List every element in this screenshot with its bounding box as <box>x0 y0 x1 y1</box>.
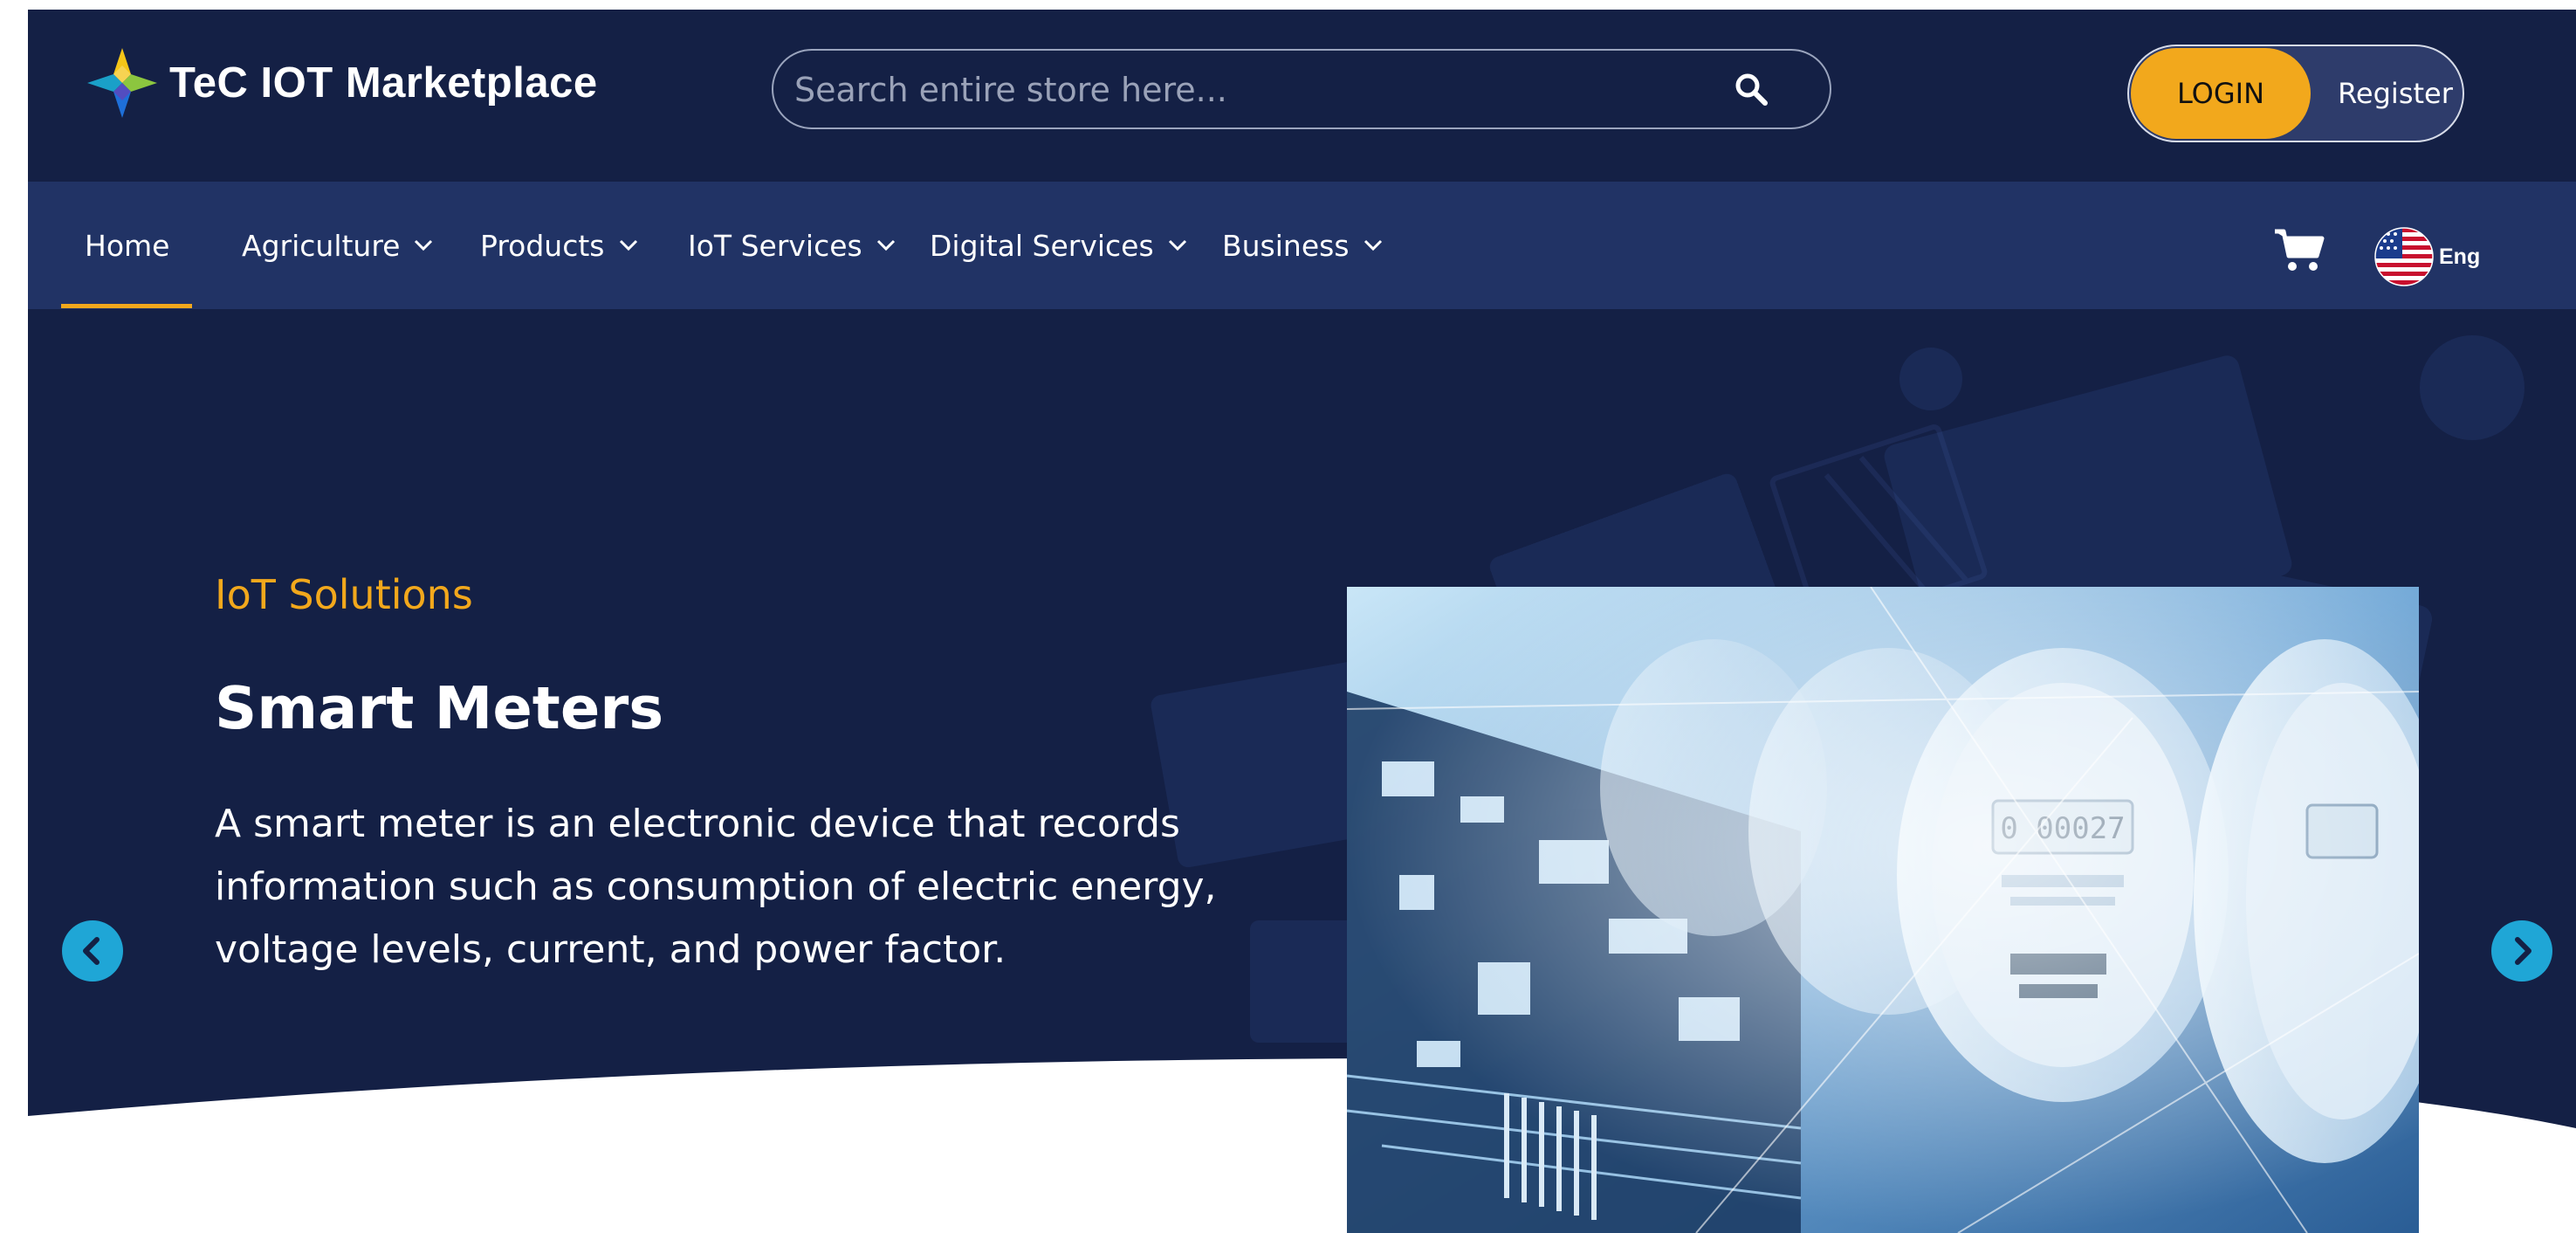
register-button[interactable]: Register <box>2330 48 2461 139</box>
nav-item-label: IoT Services <box>688 228 862 263</box>
nav-item-business[interactable]: Business <box>1222 182 1384 309</box>
nav-item-label: Digital Services <box>930 228 1154 263</box>
chevron-down-icon <box>1168 239 1186 251</box>
language-selector[interactable]: Eng <box>2374 227 2480 286</box>
nav-item-label: Products <box>480 228 605 263</box>
search-icon[interactable] <box>1732 70 1770 108</box>
top-edge <box>0 0 2576 10</box>
auth-toggle: LOGIN Register <box>2127 45 2464 142</box>
nav-item-digital-services[interactable]: Digital Services <box>930 182 1189 309</box>
login-button[interactable]: LOGIN <box>2131 48 2311 139</box>
language-label: Eng <box>2439 244 2481 269</box>
logo-mark-icon <box>87 48 157 118</box>
hero-title: Smart Meters <box>215 674 664 742</box>
active-underline <box>61 304 192 308</box>
nav-item-label: Agriculture <box>242 228 401 263</box>
carousel-next-button[interactable] <box>2491 920 2552 982</box>
nav-item-label: Business <box>1222 228 1350 263</box>
nav-item-iot-services[interactable]: IoT Services <box>688 182 897 309</box>
brand-logo[interactable]: TeC IOT Marketplace <box>86 46 598 120</box>
nav-item-label: Home <box>85 228 170 263</box>
search-input[interactable] <box>793 61 1713 119</box>
chevron-left-icon <box>83 937 100 965</box>
hero-eyebrow: IoT Solutions <box>215 571 473 618</box>
site-header: TeC IOT Marketplace LOGIN Register <box>28 10 2576 182</box>
carousel-prev-button[interactable] <box>62 920 123 982</box>
us-flag-icon <box>2374 227 2434 286</box>
chevron-right-icon <box>2515 937 2531 965</box>
brand-name: TeC IOT Marketplace <box>169 59 598 107</box>
nav-item-agriculture[interactable]: Agriculture <box>242 182 435 309</box>
search-bar <box>772 49 1831 129</box>
left-edge <box>0 0 28 1233</box>
nav-item-home[interactable]: Home <box>85 182 169 309</box>
smart-meter-image: 0 00027 <box>1347 587 2419 1233</box>
chevron-down-icon <box>1364 239 1382 251</box>
chevron-down-icon <box>619 239 637 251</box>
hero-description: A smart meter is an electronic device th… <box>215 802 1217 972</box>
nav-item-products[interactable]: Products <box>480 182 640 309</box>
cart-icon[interactable] <box>2273 228 2325 273</box>
chevron-down-icon <box>415 239 433 251</box>
chevron-down-icon <box>876 239 895 251</box>
main-nav: Home Agriculture Products IoT Services D… <box>28 182 2576 309</box>
